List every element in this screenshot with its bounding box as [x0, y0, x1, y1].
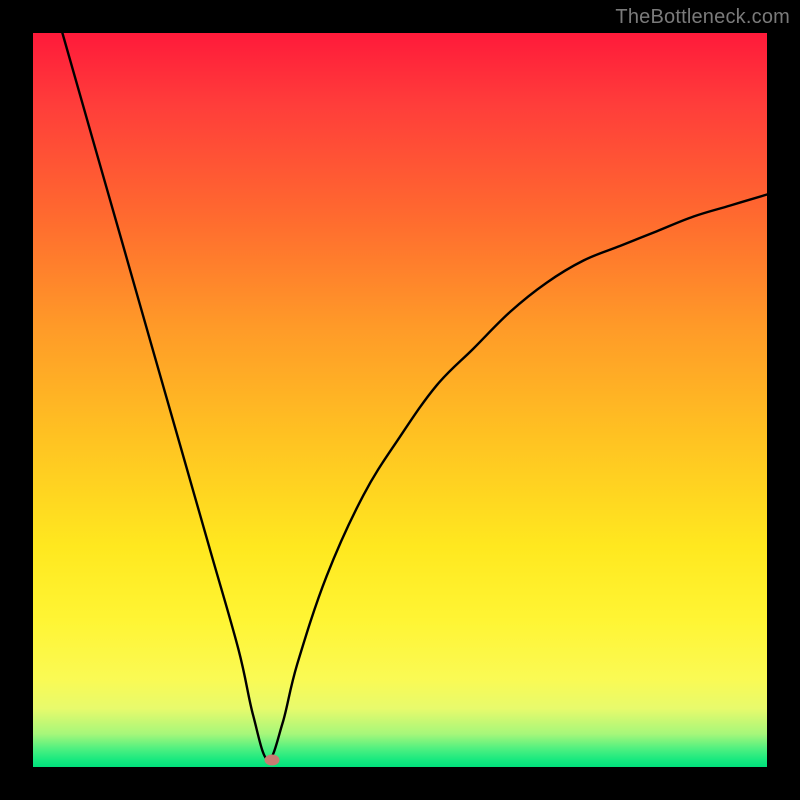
- plot-area: [33, 33, 767, 767]
- watermark-text: TheBottleneck.com: [615, 6, 790, 29]
- bottleneck-curve: [33, 33, 767, 767]
- chart-frame: TheBottleneck.com: [0, 0, 800, 800]
- optimum-marker: [264, 754, 279, 765]
- curve-path: [62, 33, 767, 760]
